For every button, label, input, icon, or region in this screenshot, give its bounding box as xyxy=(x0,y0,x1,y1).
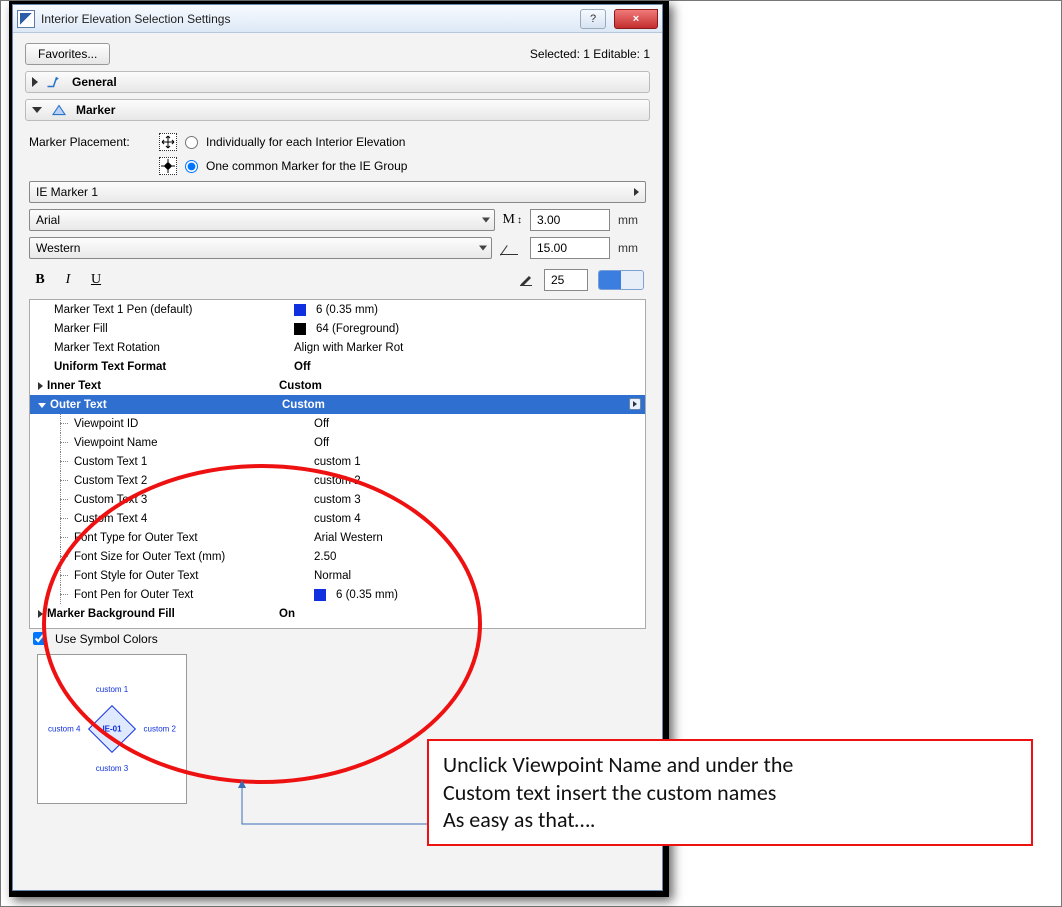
underline-button[interactable]: U xyxy=(87,272,105,288)
use-symbol-colors-checkbox[interactable]: Use Symbol Colors xyxy=(29,629,646,648)
panel-general[interactable]: General xyxy=(25,71,650,93)
marker-icon xyxy=(50,103,68,117)
placement-individual-icon xyxy=(159,133,177,151)
color-swatch xyxy=(294,323,306,335)
annotation-callout: Unclick Viewpoint Name and under the Cus… xyxy=(427,739,1033,846)
placement-common-label: One common Marker for the IE Group xyxy=(206,159,407,173)
preview-label-left: custom 4 xyxy=(48,725,80,734)
callout-line: Unclick Viewpoint Name and under the xyxy=(443,751,1017,779)
tree-row[interactable]: Custom Text 4custom 4 xyxy=(30,509,645,528)
collapse-icon xyxy=(32,107,42,113)
marker-preview: IE-01 custom 1 custom 2 custom 3 custom … xyxy=(37,654,187,804)
font-family-value: Arial xyxy=(36,213,60,227)
marker-size-icon xyxy=(500,241,522,255)
help-button[interactable]: ? xyxy=(580,9,606,29)
document-canvas: Interior Elevation Selection Settings ? … xyxy=(0,0,1062,907)
tree-row[interactable]: Custom Text 2custom 2 xyxy=(30,471,645,490)
marker-type-value: IE Marker 1 xyxy=(36,185,98,199)
tree-row[interactable]: Viewpoint NameOff xyxy=(30,433,645,452)
tree-row[interactable]: Font Type for Outer TextArial Western xyxy=(30,528,645,547)
color-swatch xyxy=(294,304,306,316)
tree-row[interactable]: Marker Fill 64 (Foreground) xyxy=(30,319,645,338)
collapse-icon xyxy=(38,403,46,408)
tree-row[interactable]: Custom Text 3custom 3 xyxy=(30,490,645,509)
tree-row-bg-fill[interactable]: Marker Background Fill On xyxy=(30,604,645,623)
marker-type-dropdown[interactable]: IE Marker 1 xyxy=(29,181,646,203)
bold-button[interactable]: B xyxy=(31,272,49,288)
row-details-button[interactable] xyxy=(629,398,641,410)
expand-icon xyxy=(32,77,38,87)
chevron-down-icon xyxy=(482,218,490,223)
marker-parameter-tree[interactable]: Marker Text 1 Pen (default) 6 (0.35 mm) … xyxy=(29,299,646,629)
pen-number-input[interactable] xyxy=(544,269,588,291)
use-symbol-colors-input[interactable] xyxy=(33,632,46,645)
tree-label: Uniform Text Format xyxy=(54,361,294,373)
preview-label-right: custom 2 xyxy=(144,725,176,734)
tree-row[interactable]: Marker Text 1 Pen (default) 6 (0.35 mm) xyxy=(30,300,645,319)
tree-row[interactable]: Font Size for Outer Text (mm)2.50 xyxy=(30,547,645,566)
marker-size-input[interactable] xyxy=(530,237,610,259)
window-title: Interior Elevation Selection Settings xyxy=(41,12,572,26)
font-family-dropdown[interactable]: Arial xyxy=(29,209,495,231)
preview-label-bottom: custom 3 xyxy=(96,764,128,773)
italic-button[interactable]: I xyxy=(59,272,77,288)
tree-label: Marker Fill xyxy=(54,323,294,335)
placement-common-radio[interactable] xyxy=(185,160,198,173)
tree-row[interactable]: Uniform Text Format Off xyxy=(30,357,645,376)
pen-color-toggle[interactable] xyxy=(598,270,644,290)
placement-label: Marker Placement: xyxy=(29,133,149,149)
close-button[interactable]: × xyxy=(614,9,658,29)
text-height-input[interactable] xyxy=(530,209,610,231)
placement-individual-label: Individually for each Interior Elevation xyxy=(206,135,405,149)
font-script-dropdown[interactable]: Western xyxy=(29,237,492,259)
preview-label-top: custom 1 xyxy=(96,685,128,694)
tree-label: Inner Text xyxy=(47,380,279,392)
selection-status: Selected: 1 Editable: 1 xyxy=(530,47,650,61)
placement-individual-radio[interactable] xyxy=(185,136,198,149)
marker-panel-body: Marker Placement: Individually for each … xyxy=(25,127,650,808)
tree-row-inner-text[interactable]: Inner Text Custom xyxy=(30,376,645,395)
tree-row[interactable]: Custom Text 1custom 1 xyxy=(30,452,645,471)
color-swatch xyxy=(314,589,326,601)
titlebar[interactable]: Interior Elevation Selection Settings ? … xyxy=(13,5,662,33)
panel-general-label: General xyxy=(72,75,117,89)
unit-mm-1: mm xyxy=(618,213,646,227)
callout-line: Custom text insert the custom names xyxy=(443,779,1017,807)
panel-marker-label: Marker xyxy=(76,103,115,117)
preview-center-id: IE-01 xyxy=(102,725,121,734)
general-icon xyxy=(46,75,64,89)
tree-row[interactable]: Marker Text Rotation Align with Marker R… xyxy=(30,338,645,357)
tree-label: Outer Text xyxy=(50,399,282,411)
callout-line: As easy as that…. xyxy=(443,806,1017,834)
text-height-icon: M↕ xyxy=(503,212,522,228)
chevron-down-icon xyxy=(479,246,487,251)
tree-label: Marker Text 1 Pen (default) xyxy=(54,304,294,316)
panel-marker[interactable]: Marker xyxy=(25,99,650,121)
favorites-button[interactable]: Favorites... xyxy=(25,43,110,65)
tree-label: Marker Background Fill xyxy=(47,608,279,620)
pen-icon xyxy=(518,271,534,290)
unit-mm-2: mm xyxy=(618,241,646,255)
expand-icon xyxy=(38,382,43,390)
expand-icon xyxy=(38,610,43,618)
placement-common-icon xyxy=(159,157,177,175)
font-script-value: Western xyxy=(36,241,80,255)
chevron-right-icon xyxy=(634,188,639,196)
tree-row[interactable]: Font Style for Outer TextNormal xyxy=(30,566,645,585)
tree-row[interactable]: Font Pen for Outer Text6 (0.35 mm) xyxy=(30,585,645,604)
tree-row[interactable]: Viewpoint IDOff xyxy=(30,414,645,433)
tree-label: Marker Text Rotation xyxy=(54,342,294,354)
use-symbol-colors-label: Use Symbol Colors xyxy=(55,632,158,646)
app-icon xyxy=(17,10,35,28)
tree-row-outer-text[interactable]: Outer Text Custom xyxy=(30,395,645,414)
